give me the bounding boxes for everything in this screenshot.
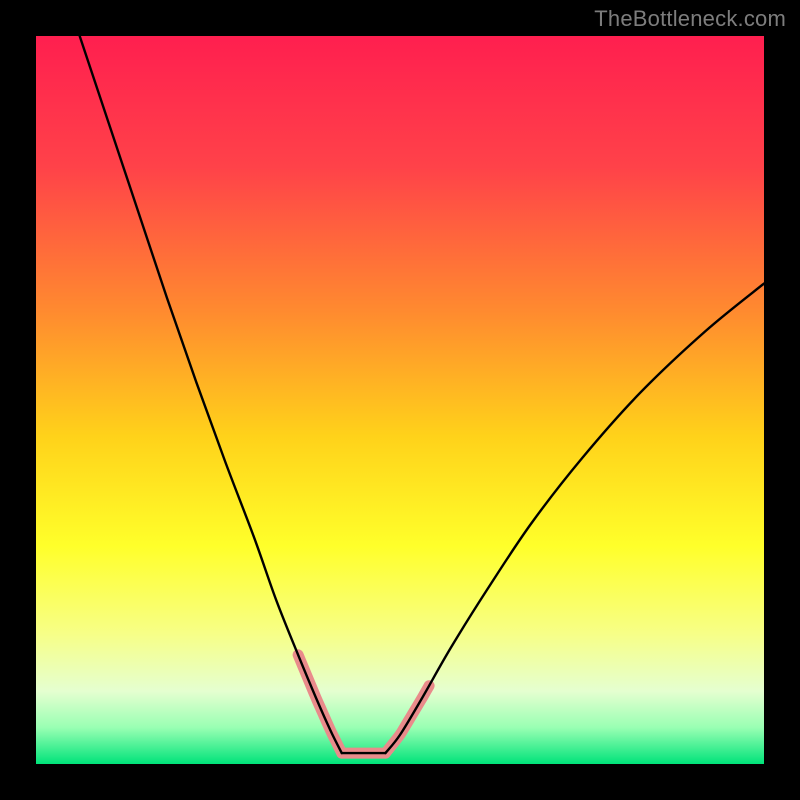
watermark-label: TheBottleneck.com [594, 6, 786, 32]
curve-layer [36, 36, 764, 764]
curve-right-branch [385, 284, 764, 754]
curve-left-branch [80, 36, 342, 753]
chart-frame: TheBottleneck.com [0, 0, 800, 800]
plot-area [36, 36, 764, 764]
